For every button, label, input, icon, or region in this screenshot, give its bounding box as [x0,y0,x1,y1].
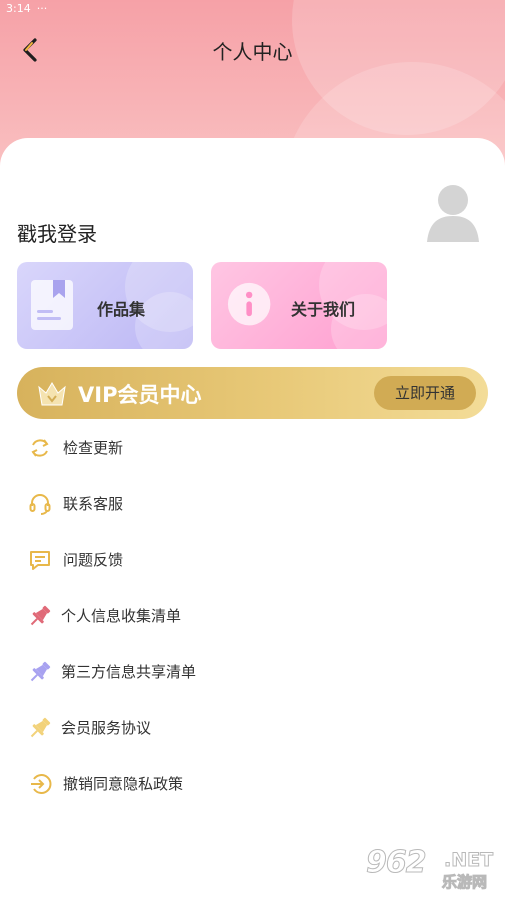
pin-icon [26,714,54,742]
menu-item-label: 问题反馈 [63,551,124,569]
activate-vip-button[interactable]: 立即开通 [374,376,476,410]
nav-bar: 个人中心 [0,28,505,72]
settings-menu: 检查更新 联系客服 问题反馈 个人信息收集清单 第三方信息共享清单 会员服务协议… [0,420,505,812]
info-icon [227,282,271,326]
menu-item-label: 会员服务协议 [61,719,152,737]
vip-center-banner[interactable]: VIP会员中心 立即开通 [17,367,488,419]
works-label: 作品集 [97,300,146,319]
about-us-label: 关于我们 [291,300,356,319]
watermark-domain: .NET [443,849,494,872]
vip-title: VIP会员中心 [78,383,202,407]
pin-icon [26,602,54,630]
pin-icon [26,658,54,686]
login-prompt[interactable]: 戳我登录 [17,218,97,247]
menu-item-check-update[interactable]: 检查更新 [0,420,505,476]
watermark-number: 962 [366,845,428,881]
portfolio-icon [31,280,73,330]
page-title: 个人中心 [212,40,293,64]
menu-item-personal-info-list[interactable]: 个人信息收集清单 [0,588,505,644]
refresh-icon [26,434,54,462]
menu-item-label: 个人信息收集清单 [61,607,182,625]
crown-icon [38,382,66,406]
status-time: 3:14 [6,2,31,15]
menu-item-label: 检查更新 [63,439,124,457]
watermark-brand: 乐游网 [441,873,488,892]
works-tile[interactable]: 作品集 [17,262,193,349]
status-bar: 3:14 ··· [0,0,505,18]
menu-item-label: 第三方信息共享清单 [61,663,197,681]
about-us-tile[interactable]: 关于我们 [211,262,387,349]
chat-icon [26,546,54,574]
content-card: 戳我登录 作品集 关于我们 VIP会员中心 立即开通 检查更新 联系客服 问题反… [0,138,505,898]
menu-item-third-party-sharing-list[interactable]: 第三方信息共享清单 [0,644,505,700]
menu-item-membership-agreement[interactable]: 会员服务协议 [0,700,505,756]
site-watermark: 962 .NET 乐游网 [366,845,498,895]
menu-item-label: 撤销同意隐私政策 [63,775,184,793]
personal-center-screen: 3:14 ··· 个人中心 戳我登录 作品集 关于我们 VIP会员中心 立即开通… [0,0,505,898]
headset-icon [26,490,54,518]
menu-item-customer-service[interactable]: 联系客服 [0,476,505,532]
status-dots: ··· [36,2,48,15]
exit-icon [26,770,54,798]
menu-item-label: 联系客服 [63,495,124,513]
menu-item-revoke-privacy-consent[interactable]: 撤销同意隐私政策 [0,756,505,812]
menu-item-feedback[interactable]: 问题反馈 [0,532,505,588]
avatar[interactable] [425,180,481,242]
